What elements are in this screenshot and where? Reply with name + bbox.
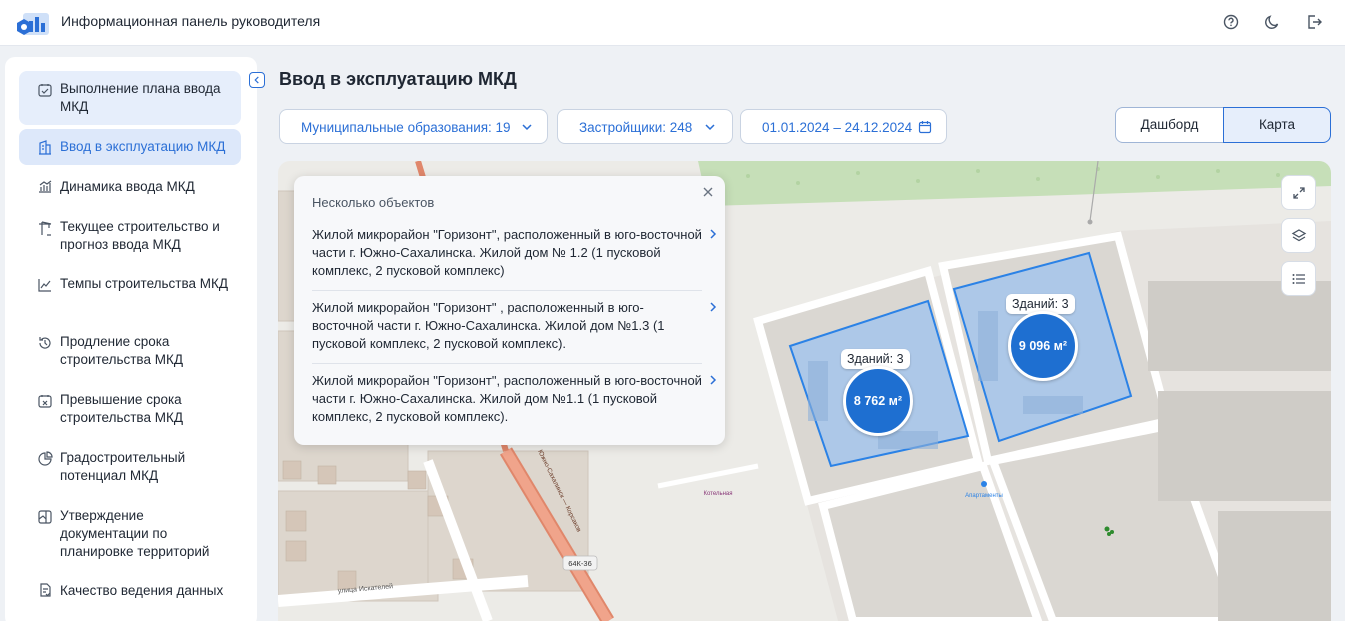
sidebar-item-current-construction[interactable]: Текущее строительство и прогноз ввода МК… <box>19 209 241 259</box>
bar-growth-icon <box>39 180 52 193</box>
page-title: Ввод в эксплуатацию МКД <box>279 69 517 89</box>
poi-label-boiler: Котельная <box>703 491 732 497</box>
popup-item-text: Жилой микрорайон "Горизонт", расположенн… <box>312 373 702 424</box>
sidebar-item-label: Качество ведения данных <box>60 583 224 598</box>
app-title: Информационная панель руководителя <box>61 13 321 29</box>
developers-filter-label: Застройщики: 248 <box>579 120 693 135</box>
list-button[interactable] <box>1281 261 1316 296</box>
popup-item-text: Жилой микрорайон "Горизонт", расположенн… <box>312 227 702 278</box>
chevron-right-icon <box>710 302 717 312</box>
chevron-right-icon <box>710 229 717 239</box>
chevron-down-icon <box>522 124 532 131</box>
sidebar-item-data-quality[interactable]: Качество ведения данных <box>19 573 241 607</box>
sidebar-item-label: Градостроительный потенциал МКД <box>60 450 186 483</box>
pie-icon <box>38 451 53 466</box>
popup-title: Несколько объектов <box>312 195 435 210</box>
history-icon <box>39 337 51 349</box>
sidebar-item-pace[interactable]: Темпы строительства МКД <box>19 266 241 316</box>
popup-item[interactable]: Жилой микрорайон "Горизонт", расположенн… <box>312 226 717 280</box>
poi-label-apartments: Апартаменты <box>965 493 1003 499</box>
sidebar-item-potential[interactable]: Градостроительный потенциал МКД <box>19 440 241 490</box>
doc-check-icon <box>40 583 51 597</box>
divider <box>312 290 702 291</box>
municipalities-filter[interactable]: Муниципальные образования: 19 <box>279 109 548 144</box>
popup-item[interactable]: Жилой микрорайон "Горизонт", расположенн… <box>312 372 717 426</box>
sidebar-item-label: Текущее строительство и прогноз ввода МК… <box>60 219 220 252</box>
calendar-x-icon <box>38 395 52 408</box>
objects-popup: Несколько объектов Жилой микрорайон "Гор… <box>294 176 725 445</box>
view-map-button[interactable]: Карта <box>1223 107 1331 143</box>
sidebar-item-planning-docs[interactable]: Утверждение документации по планировке т… <box>19 498 241 566</box>
date-range-filter[interactable]: 01.01.2024 – 24.12.2024 <box>740 109 947 144</box>
sidebar-item-label: Динамика ввода МКД <box>60 179 195 194</box>
list-icon <box>1292 274 1305 284</box>
checklist-icon <box>38 84 52 97</box>
close-icon[interactable] <box>701 185 715 199</box>
popup-item[interactable]: Жилой микрорайон "Горизонт" , расположен… <box>312 299 717 353</box>
popup-item-text: Жилой микрорайон "Горизонт" , расположен… <box>312 300 665 351</box>
sidebar-item-label: Утверждение документации по планировке т… <box>60 508 210 559</box>
logo-icon <box>17 13 49 35</box>
fullscreen-icon <box>1293 187 1305 199</box>
sidebar-item-label: Продление срока строительства МКД <box>60 334 183 367</box>
logout-icon[interactable] <box>1304 12 1324 32</box>
sidebar-item-extension[interactable]: Продление срока строительства МКД <box>19 324 241 374</box>
sidebar-item-overdue[interactable]: Превышение срока строительства МКД <box>19 382 241 432</box>
sidebar-item-label: Темпы строительства МКД <box>60 276 228 291</box>
cluster-marker[interactable]: 9 096 м² <box>1008 311 1078 381</box>
crane-icon <box>39 221 52 236</box>
calendar-icon <box>918 121 932 134</box>
date-range-label: 01.01.2024 – 24.12.2024 <box>762 120 913 135</box>
municipalities-filter-label: Муниципальные образования: 19 <box>301 120 511 135</box>
moon-icon[interactable] <box>1262 12 1282 32</box>
chevron-right-icon <box>710 375 717 385</box>
sidebar-item-label: Выполнение плана ввода МКД <box>60 81 221 114</box>
sidebar-item-label: Ввод в эксплуатацию МКД <box>60 139 226 154</box>
collapse-sidebar-button[interactable] <box>249 72 265 88</box>
app-header: Информационная панель руководителя <box>0 0 1345 46</box>
help-icon[interactable] <box>1221 12 1241 32</box>
divider <box>312 363 702 364</box>
layers-icon <box>1291 229 1307 242</box>
sidebar-item-dynamics[interactable]: Динамика ввода МКД <box>19 169 241 203</box>
map-doc-icon <box>38 510 52 524</box>
cluster-marker[interactable]: 8 762 м² <box>843 366 913 436</box>
view-dashboard-button[interactable]: Дашборд <box>1115 107 1224 143</box>
developers-filter[interactable]: Застройщики: 248 <box>557 109 733 144</box>
road-label: 64К-36 <box>568 559 592 568</box>
layers-button[interactable] <box>1281 218 1316 253</box>
chevron-down-icon <box>705 124 715 131</box>
fullscreen-button[interactable] <box>1281 175 1316 210</box>
sidebar-item-plan[interactable]: Выполнение плана ввода МКД <box>19 71 241 125</box>
sidebar-item-commissioning[interactable]: Ввод в эксплуатацию МКД <box>19 129 241 165</box>
building-icon <box>39 140 51 155</box>
sidebar-item-label: Превышение срока строительства МКД <box>60 392 183 425</box>
line-chart-icon <box>38 279 51 292</box>
sidebar: Выполнение плана ввода МКД Ввод в эксплу… <box>5 57 257 621</box>
